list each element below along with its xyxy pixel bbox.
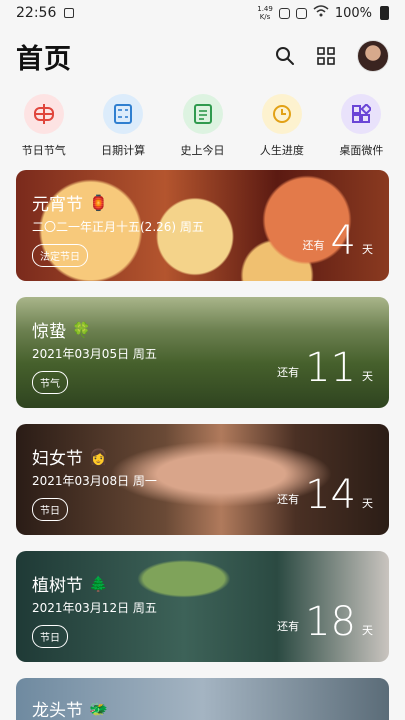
tool-label: 日期计算 [101, 144, 146, 157]
network-speed: 1.49 K/s [257, 5, 273, 21]
days-remaining: 还有 4 天 [302, 218, 373, 264]
card-tag: 节日 [32, 498, 68, 521]
widgets-icon [341, 94, 382, 134]
tool-widgets[interactable]: 桌面微件 [322, 94, 401, 158]
days-remaining: 还有 18 天 [277, 599, 373, 645]
festival-card-womens-day[interactable]: 妇女节 👩 2021年03月08日 周一 节日 还有 14 天 [16, 424, 389, 535]
quick-tools: 节日节气 日期计算 史上今日 人生进度 桌面微件 [0, 94, 405, 158]
tool-label: 桌面微件 [339, 144, 384, 157]
app-header: 首页 [16, 36, 389, 76]
card-title: 植树节 🌲 [32, 574, 108, 597]
card-tag: 法定节日 [32, 244, 88, 267]
page-title: 首页 [16, 43, 72, 75]
status-bar: 22:56 1.49 K/s 100% [0, 0, 405, 26]
tool-life-progress[interactable]: 人生进度 [242, 94, 321, 158]
card-title: 元宵节 🏮 [32, 193, 108, 216]
lantern-icon [23, 94, 64, 134]
days-count: 4 [330, 218, 356, 264]
clock-icon [261, 94, 302, 134]
days-count: 18 [305, 599, 356, 645]
search-icon[interactable] [275, 46, 295, 66]
festival-card-longtai[interactable]: 龙头节 🐲 [16, 678, 389, 720]
card-date: 2021年03月08日 周一 [32, 474, 157, 488]
days-remaining: 还有 14 天 [277, 472, 373, 518]
card-date: 2021年03月05日 周五 [32, 347, 157, 361]
lantern-emoji-icon: 🏮 [89, 193, 108, 212]
tool-history[interactable]: 史上今日 [163, 94, 242, 158]
wifi-icon [313, 5, 329, 21]
card-date: 二〇二一年正月十五(2.26) 周五 [32, 220, 204, 234]
days-count: 11 [305, 345, 356, 391]
card-title: 龙头节 🐲 [32, 699, 108, 720]
card-tag: 节气 [32, 371, 68, 394]
status-right: 1.49 K/s 100% [257, 5, 389, 21]
tool-date-calc[interactable]: 日期计算 [83, 94, 162, 158]
card-tag: 节日 [32, 625, 68, 648]
avatar[interactable] [357, 40, 389, 72]
battery-text: 100% [334, 5, 372, 21]
battery-icon [380, 6, 389, 20]
festival-card-arbor-day[interactable]: 植树节 🌲 2021年03月12日 周五 节日 还有 18 天 [16, 551, 389, 662]
card-title: 妇女节 👩 [32, 447, 108, 470]
festival-card-jingzhe[interactable]: 惊蛰 🍀 2021年03月05日 周五 节气 还有 11 天 [16, 297, 389, 408]
nfc-icon [295, 7, 307, 19]
calculator-icon [103, 94, 144, 134]
card-date: 2021年03月12日 周五 [32, 601, 157, 615]
document-icon [182, 94, 223, 134]
clover-emoji-icon: 🍀 [72, 320, 91, 339]
days-count: 14 [305, 472, 356, 518]
tree-emoji-icon: 🌲 [89, 574, 108, 593]
days-remaining: 还有 11 天 [277, 345, 373, 391]
card-title: 惊蛰 🍀 [32, 320, 91, 343]
tool-label: 人生进度 [259, 144, 304, 157]
festival-card-lantern[interactable]: 元宵节 🏮 二〇二一年正月十五(2.26) 周五 法定节日 还有 4 天 [16, 170, 389, 281]
tool-festivals[interactable]: 节日节气 [4, 94, 83, 158]
mute-icon [278, 7, 290, 19]
calendar-status-icon [64, 8, 75, 18]
status-time: 22:56 [16, 5, 57, 21]
dragon-emoji-icon: 🐲 [89, 699, 108, 718]
tool-label: 史上今日 [180, 144, 225, 157]
tool-label: 节日节气 [21, 144, 66, 157]
woman-emoji-icon: 👩 [89, 447, 108, 466]
grid-view-icon[interactable] [317, 47, 335, 65]
